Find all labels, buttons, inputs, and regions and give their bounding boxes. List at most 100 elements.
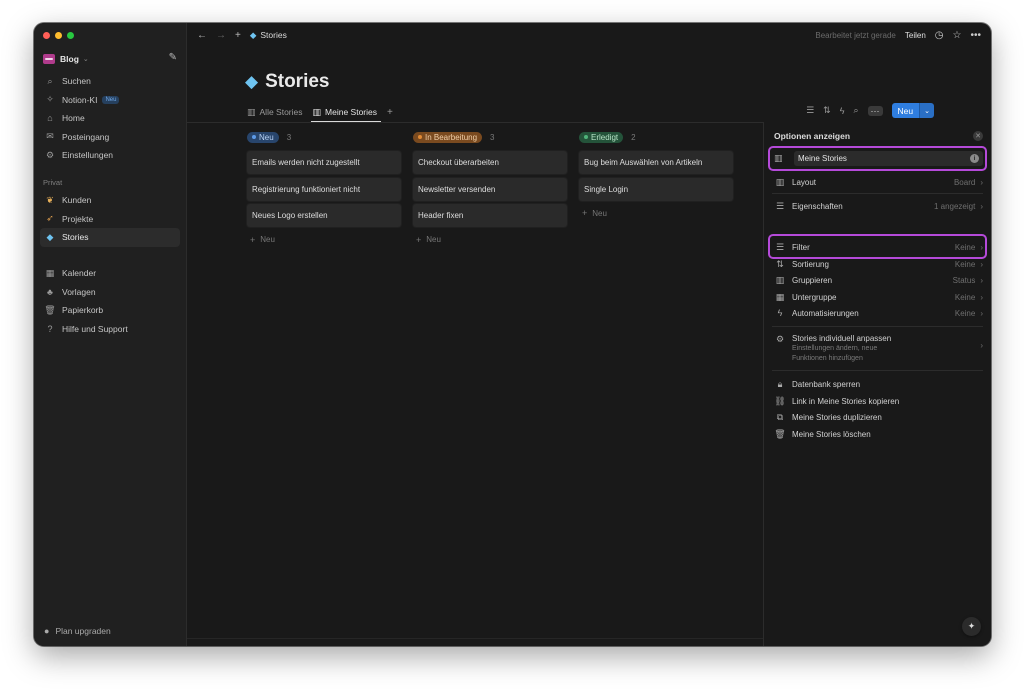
new-entry-label[interactable]: Neu bbox=[891, 103, 920, 118]
close-icon[interactable]: ✕ bbox=[973, 131, 983, 141]
option-value: Keine › bbox=[955, 309, 983, 318]
option-value: Keine › bbox=[955, 293, 983, 302]
divider bbox=[187, 122, 763, 123]
sidebar-item-kunden[interactable]: ❦ Kunden bbox=[40, 191, 180, 210]
gem-icon: ◆ bbox=[245, 72, 259, 91]
sidebar-item-label: Stories bbox=[62, 232, 89, 243]
chevron-right-icon: › bbox=[980, 341, 983, 350]
board-card[interactable]: Header fixen bbox=[413, 204, 567, 227]
star-icon[interactable]: ☆ bbox=[953, 30, 962, 41]
share-button[interactable]: Teilen bbox=[905, 31, 926, 40]
action-duplicate[interactable]: ⧉ Meine Stories duplizieren bbox=[772, 409, 983, 425]
action-copy-link[interactable]: ⛓ Link in Meine Stories kopieren bbox=[772, 393, 983, 409]
sidebar-item-suchen[interactable]: ⌕ Suchen bbox=[40, 72, 180, 91]
tab-meine-stories[interactable]: ▥ Meine Stories bbox=[310, 102, 382, 123]
page-title[interactable]: ◆ Stories bbox=[245, 71, 330, 93]
minimize-window-button[interactable] bbox=[55, 32, 62, 39]
maximize-window-button[interactable] bbox=[67, 32, 74, 39]
customize-title: Stories individuell anpassen bbox=[792, 334, 892, 343]
add-card-button[interactable]: + Neu bbox=[579, 204, 733, 222]
chevron-right-icon: › bbox=[980, 308, 983, 318]
sidebar-item-projekte[interactable]: ➶ Projekte bbox=[40, 210, 180, 229]
add-card-label: Neu bbox=[426, 235, 441, 244]
sidebar-item-vorlagen[interactable]: ♣ Vorlagen bbox=[40, 283, 180, 302]
plus-icon[interactable]: + bbox=[235, 30, 241, 41]
option-gruppieren[interactable]: ▥ Gruppieren Status › bbox=[772, 272, 983, 288]
status-badge[interactable]: In Bearbeitung bbox=[413, 131, 483, 143]
sidebar-item-posteingang[interactable]: ✉ Posteingang bbox=[40, 128, 180, 147]
board-card[interactable]: Neues Logo erstellen bbox=[247, 204, 401, 227]
search-icon[interactable]: ⌕ bbox=[853, 105, 858, 116]
action-delete[interactable]: 🗑 Meine Stories löschen bbox=[772, 426, 983, 442]
board-column-in-bearbeitung: In Bearbeitung 3 Checkout überarbeiten N… bbox=[413, 129, 567, 249]
chevron-down-icon[interactable]: ⌄ bbox=[919, 103, 934, 118]
sidebar-item-hilfe[interactable]: ? Hilfe und Support bbox=[40, 320, 180, 339]
history-clock-icon[interactable]: ◷ bbox=[935, 30, 944, 41]
status-label: Neu bbox=[259, 132, 274, 142]
ai-sparkle-button[interactable]: ✦ bbox=[962, 617, 981, 636]
trash-icon: 🗑 bbox=[44, 304, 56, 315]
customize-text: Stories individuell anpassen Einstellung… bbox=[792, 334, 891, 364]
board-card[interactable]: Single Login bbox=[579, 177, 733, 201]
duplicate-icon: ⧉ bbox=[776, 411, 784, 422]
option-automatisierungen[interactable]: ϟ Automatisierungen Keine › bbox=[772, 305, 983, 321]
tab-alle-stories[interactable]: ▥ Alle Stories bbox=[247, 102, 303, 122]
board-card[interactable]: Checkout überarbeiten bbox=[413, 151, 567, 174]
sparkle-icon: ✧ bbox=[46, 94, 54, 105]
board-icon: ▥ bbox=[247, 106, 256, 117]
sidebar: Blog ⌄ ✎ ⌕ Suchen ✧ Notion-KI Neu ⌂ Home… bbox=[34, 23, 187, 646]
add-card-button[interactable]: + Neu bbox=[413, 231, 567, 249]
option-layout[interactable]: ▥ Layout Board › bbox=[772, 174, 983, 190]
tab-label: Alle Stories bbox=[259, 107, 303, 117]
forward-arrow-icon[interactable]: → bbox=[216, 30, 226, 41]
sidebar-item-stories[interactable]: ◆ Stories bbox=[40, 228, 180, 247]
inbox-icon: ✉ bbox=[46, 131, 54, 142]
view-options-panel: Optionen anzeigen ✕ ▥ Meine Stories i ▥ … bbox=[763, 122, 991, 646]
option-customize[interactable]: ⚙ Stories individuell anpassen Einstellu… bbox=[772, 334, 983, 364]
rocket-icon: ➶ bbox=[46, 213, 54, 224]
sidebar-item-kalender[interactable]: ▦ Kalender bbox=[40, 264, 180, 283]
sidebar-item-notion-ki[interactable]: ✧ Notion-KI Neu bbox=[40, 91, 180, 110]
shapes-icon: ♣ bbox=[47, 286, 53, 297]
sidebar-item-home[interactable]: ⌂ Home bbox=[40, 109, 180, 128]
breadcrumb[interactable]: ◆ Stories bbox=[250, 30, 287, 41]
more-icon[interactable]: ••• bbox=[970, 30, 981, 41]
status-dot bbox=[252, 135, 256, 139]
status-badge[interactable]: Erledigt bbox=[579, 131, 624, 143]
option-eigenschaften[interactable]: ☰ Eigenschaften 1 angezeigt › bbox=[772, 198, 983, 214]
app-window: Blog ⌄ ✎ ⌕ Suchen ✧ Notion-KI Neu ⌂ Home… bbox=[34, 23, 991, 646]
chevron-right-icon: › bbox=[980, 242, 983, 252]
chevron-right-icon: › bbox=[980, 177, 983, 187]
upgrade-icon: ● bbox=[44, 626, 50, 636]
new-page-icon[interactable]: ✎ bbox=[169, 52, 177, 63]
back-arrow-icon[interactable]: ← bbox=[197, 30, 207, 41]
sort-icon[interactable]: ⇅ bbox=[823, 105, 831, 116]
workspace-switcher[interactable]: Blog ⌄ ✎ bbox=[43, 52, 177, 66]
close-window-button[interactable] bbox=[43, 32, 50, 39]
lightning-icon[interactable]: ϟ bbox=[840, 106, 845, 116]
new-entry-button[interactable]: Neu ⌄ bbox=[891, 103, 934, 118]
more-icon[interactable]: ··· bbox=[867, 105, 883, 116]
column-header: Neu 3 bbox=[247, 129, 401, 145]
add-card-button[interactable]: + Neu bbox=[247, 231, 401, 249]
board-card[interactable]: Bug beim Auswählen von Artikeln bbox=[579, 151, 733, 174]
option-filter-label-row: ☰ Filter Keine › bbox=[772, 239, 983, 255]
board-card[interactable]: Emails werden nicht zugestellt bbox=[247, 151, 401, 174]
status-badge[interactable]: Neu bbox=[247, 131, 279, 143]
board-card[interactable]: Newsletter versenden bbox=[413, 177, 567, 201]
sidebar-private: ❦ Kunden ➶ Projekte ◆ Stories bbox=[40, 191, 180, 247]
sidebar-item-label: Projekte bbox=[62, 213, 94, 224]
filter-icon[interactable]: ☰ bbox=[806, 105, 814, 116]
kanban-board: Neu 3 Emails werden nicht zugestellt Reg… bbox=[247, 129, 733, 249]
action-lock-database[interactable]: 🔒︎ Datenbank sperren bbox=[772, 376, 983, 392]
option-sortierung[interactable]: ⇅ Sortierung Keine › bbox=[772, 256, 983, 272]
board-icon: ▥ bbox=[775, 176, 785, 187]
option-untergruppe[interactable]: ▦ Untergruppe Keine › bbox=[772, 289, 983, 305]
board-card[interactable]: Registrierung funktioniert nicht bbox=[247, 177, 401, 201]
sidebar-item-label: Kalender bbox=[62, 268, 97, 279]
sidebar-item-einstellungen[interactable]: ⚙ Einstellungen bbox=[40, 146, 180, 165]
sidebar-item-label: Posteingang bbox=[62, 131, 110, 142]
add-view-icon[interactable]: + bbox=[387, 107, 393, 118]
plan-upgrade-link[interactable]: ● Plan upgraden bbox=[44, 626, 111, 636]
sidebar-item-papierkorb[interactable]: 🗑 Papierkorb bbox=[40, 301, 180, 320]
